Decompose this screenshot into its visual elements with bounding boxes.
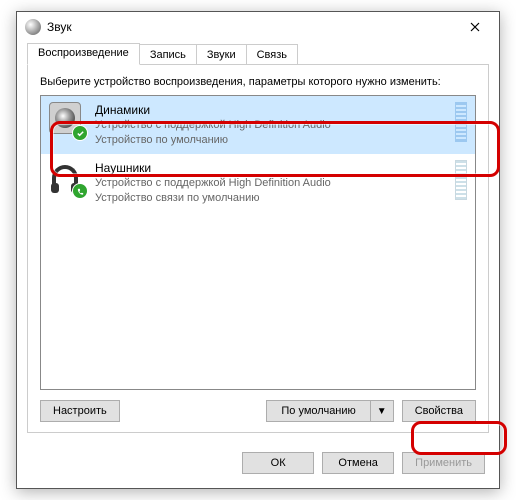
device-list[interactable]: Динамики Устройство с поддержкой High De…	[40, 95, 476, 390]
apply-button[interactable]: Применить	[402, 452, 485, 474]
device-item-speakers[interactable]: Динамики Устройство с поддержкой High De…	[41, 96, 475, 154]
tab-sounds[interactable]: Звуки	[196, 44, 247, 65]
cancel-button[interactable]: Отмена	[322, 452, 394, 474]
default-check-icon	[72, 125, 88, 141]
device-text: Динамики Устройство с поддержкой High De…	[95, 102, 445, 148]
set-default-button[interactable]: По умолчанию ▼	[266, 400, 393, 422]
device-name: Наушники	[95, 160, 445, 176]
set-default-label: По умолчанию	[267, 401, 370, 421]
window-title: Звук	[47, 20, 455, 34]
device-text: Наушники Устройство с поддержкой High De…	[95, 160, 445, 206]
dialog-footer: ОК Отмена Применить	[17, 442, 499, 488]
device-item-headphones[interactable]: Наушники Устройство с поддержкой High De…	[41, 154, 475, 212]
sound-dialog: Звук Воспроизведение Запись Звуки Связь …	[16, 11, 500, 489]
device-driver: Устройство с поддержкой High Definition …	[95, 176, 445, 191]
title-bar: Звук	[17, 12, 499, 42]
default-comm-icon	[72, 183, 88, 199]
speaker-icon	[49, 102, 85, 138]
level-meter	[455, 102, 467, 142]
tab-recording[interactable]: Запись	[139, 44, 197, 65]
tab-strip: Воспроизведение Запись Звуки Связь	[17, 44, 499, 65]
instruction-text: Выберите устройство воспроизведения, пар…	[40, 75, 476, 89]
panel-button-row: Настроить По умолчанию ▼ Свойства	[40, 400, 476, 422]
headphone-icon	[49, 160, 85, 196]
ok-button[interactable]: ОК	[242, 452, 314, 474]
close-icon	[470, 22, 480, 32]
close-button[interactable]	[455, 13, 495, 41]
device-status: Устройство связи по умолчанию	[95, 191, 445, 206]
device-status: Устройство по умолчанию	[95, 133, 445, 148]
tab-communications[interactable]: Связь	[246, 44, 298, 65]
properties-button[interactable]: Свойства	[402, 400, 476, 422]
device-driver: Устройство с поддержкой High Definition …	[95, 118, 445, 133]
playback-panel: Выберите устройство воспроизведения, пар…	[27, 64, 489, 433]
configure-button[interactable]: Настроить	[40, 400, 120, 422]
device-name: Динамики	[95, 102, 445, 118]
tab-playback[interactable]: Воспроизведение	[27, 43, 140, 65]
dropdown-arrow-icon[interactable]: ▼	[371, 401, 393, 421]
level-meter	[455, 160, 467, 200]
sound-app-icon	[25, 19, 41, 35]
